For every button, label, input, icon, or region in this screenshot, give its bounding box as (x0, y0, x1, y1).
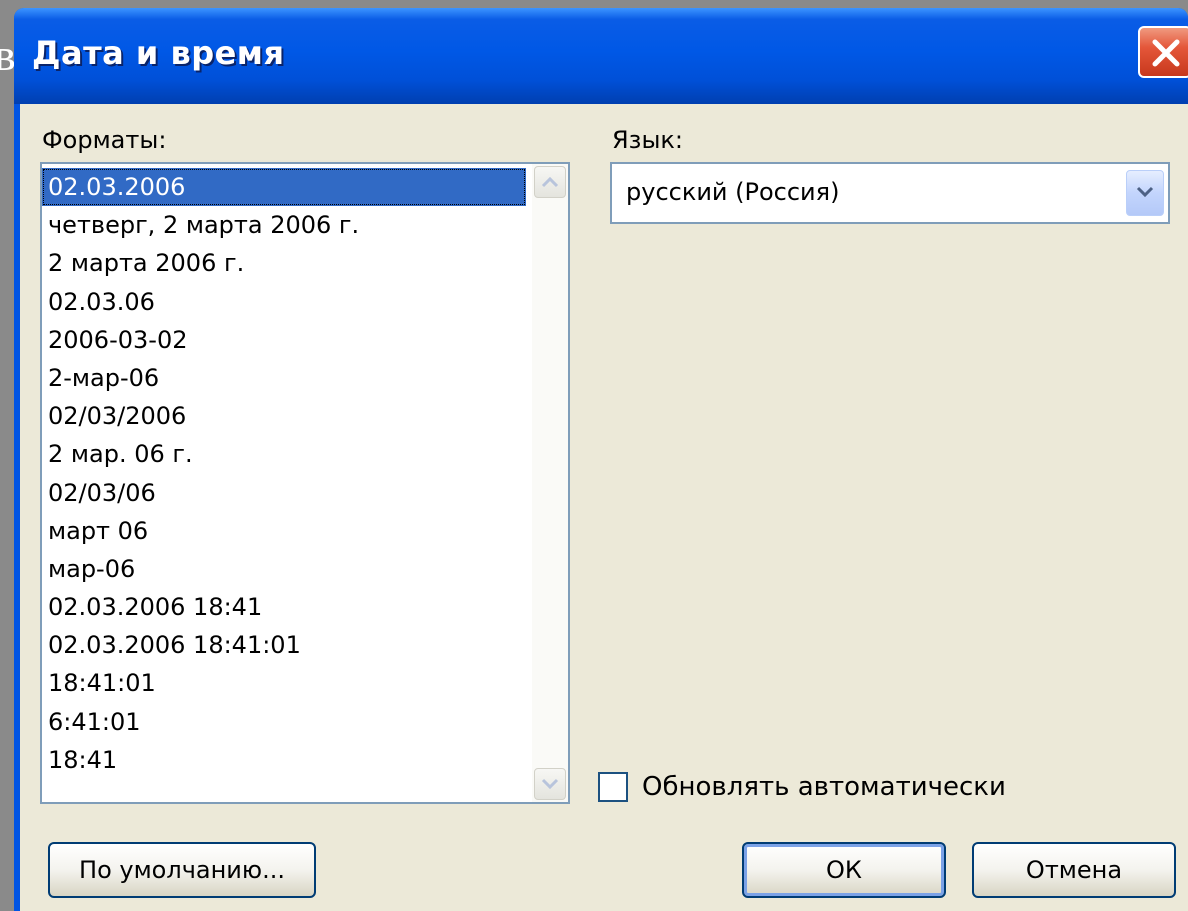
language-dropdown-button[interactable] (1126, 170, 1164, 216)
dialog-body: Форматы: 02.03.2006 четверг, 2 марта 2006… (20, 104, 1188, 911)
format-option[interactable]: 18:41 (42, 741, 530, 779)
format-option[interactable]: 02.03.2006 18:41:01 (42, 626, 530, 664)
format-option[interactable]: 02/03/2006 (42, 397, 530, 435)
format-option[interactable]: 2006-03-02 (42, 321, 530, 359)
scroll-up-button[interactable] (534, 166, 566, 198)
format-option[interactable]: 2 марта 2006 г. (42, 244, 530, 282)
format-option[interactable]: 2 мар. 06 г. (42, 435, 530, 473)
scroll-down-button[interactable] (534, 768, 566, 800)
format-option[interactable]: 18:41:01 (42, 664, 530, 702)
format-option[interactable]: мар-06 (42, 550, 530, 588)
formats-label: Форматы: (42, 126, 167, 154)
close-icon (1152, 39, 1180, 67)
chevron-down-icon (541, 778, 559, 790)
language-select[interactable]: русский (Россия) (610, 162, 1170, 224)
format-option[interactable]: 02.03.2006 (42, 168, 526, 207)
chevron-up-icon (541, 176, 559, 188)
format-option[interactable]: 2-мар-06 (42, 359, 530, 397)
format-option[interactable]: четверг, 2 марта 2006 г. (42, 206, 530, 244)
formats-list: 02.03.2006 четверг, 2 марта 2006 г. 2 март… (42, 168, 530, 779)
chevron-down-icon (1136, 186, 1154, 198)
cancel-button[interactable]: Отмена (972, 842, 1176, 898)
format-option[interactable]: 02.03.06 (42, 283, 530, 321)
close-button[interactable] (1138, 26, 1188, 78)
format-option[interactable]: 6:41:01 (42, 703, 530, 741)
format-option[interactable]: март 06 (42, 512, 530, 550)
default-button[interactable]: По умолчанию... (48, 842, 316, 898)
format-option[interactable]: 02.03.2006 18:41 (42, 588, 530, 626)
language-label: Язык: (612, 126, 683, 154)
ok-button[interactable]: ОК (742, 842, 946, 898)
formats-listbox[interactable]: 02.03.2006 четверг, 2 марта 2006 г. 2 март… (40, 162, 570, 804)
format-option[interactable]: 02/03/06 (42, 474, 530, 512)
title-bar[interactable]: Дата и время (14, 8, 1188, 104)
dialog-title: Дата и время (32, 34, 285, 72)
listbox-scrollbar[interactable] (532, 164, 568, 802)
language-value: русский (Россия) (626, 178, 840, 206)
auto-update-checkbox[interactable] (598, 772, 628, 802)
auto-update-label[interactable]: Обновлять автоматически (642, 772, 1006, 802)
date-time-dialog: Дата и время Форматы: 02.03.2006 четверг,… (14, 8, 1188, 911)
